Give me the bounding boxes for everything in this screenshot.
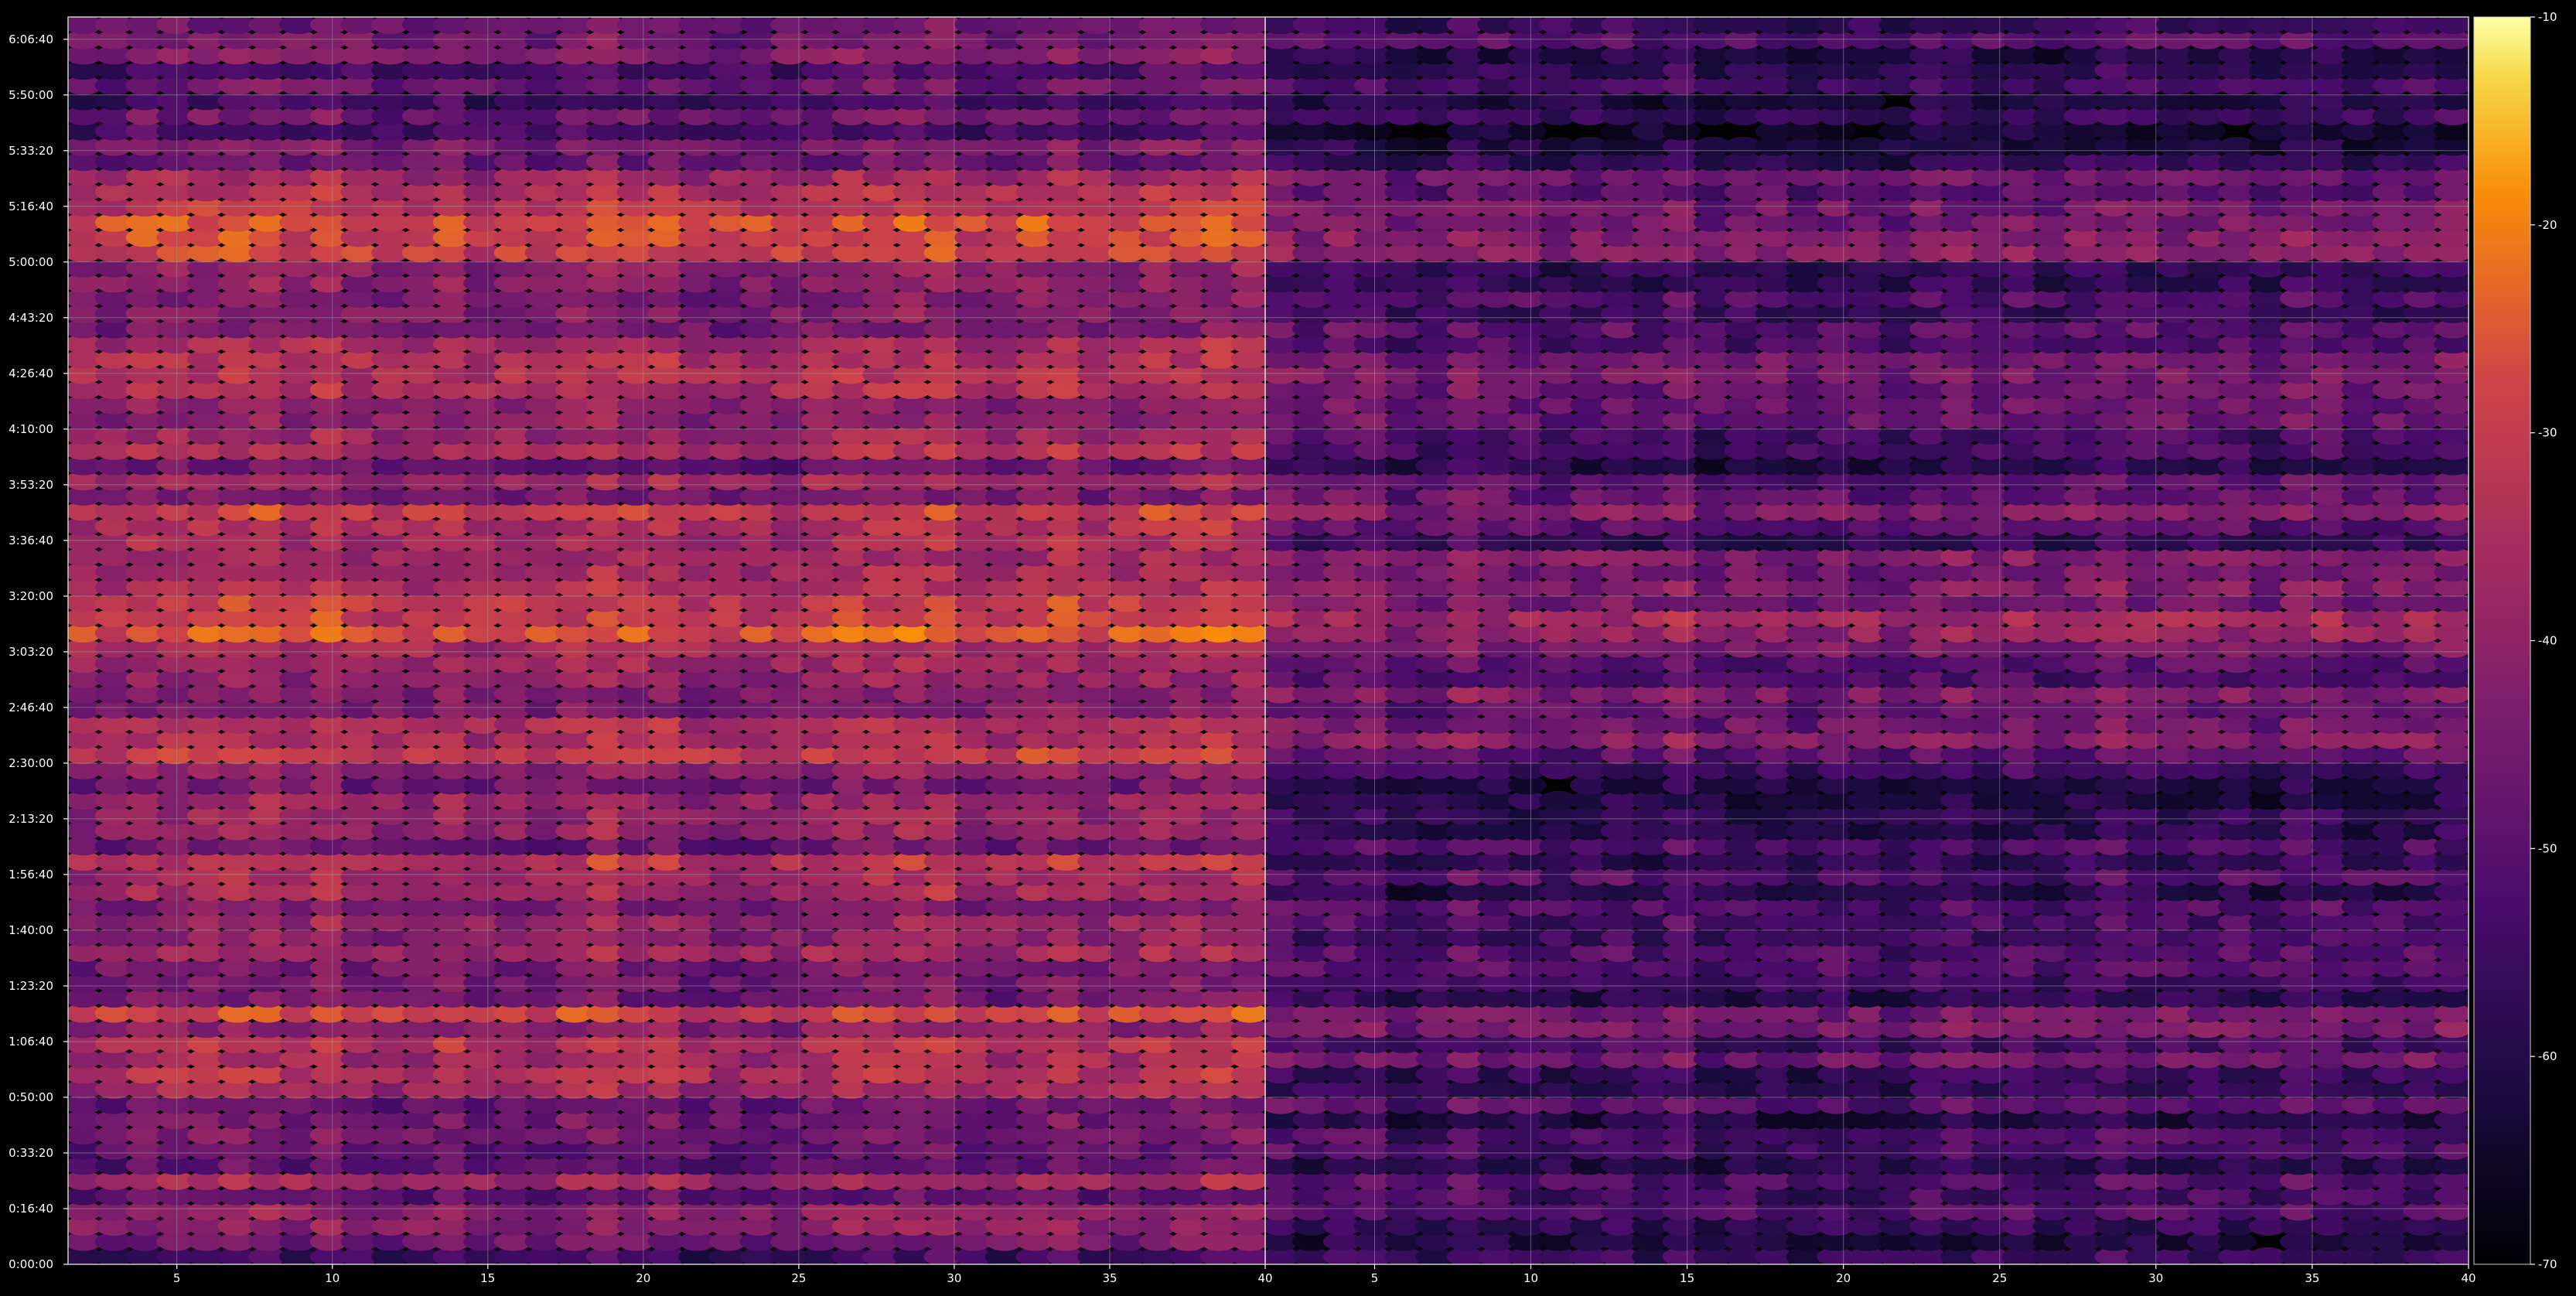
- left-panel-cells: [68, 17, 1265, 1264]
- heatmap-cell: [1230, 17, 1265, 34]
- spectrogram-chart: 0:00:00 0:16:40 0:33:20 0:50:00 1:06:40 1:23:…: [0, 0, 2576, 1293]
- right-panel-cells: [1265, 17, 2469, 1264]
- chart-svg: 0:00:000:16:400:33:200:50:001:06:401:23:…: [0, 0, 2576, 1293]
